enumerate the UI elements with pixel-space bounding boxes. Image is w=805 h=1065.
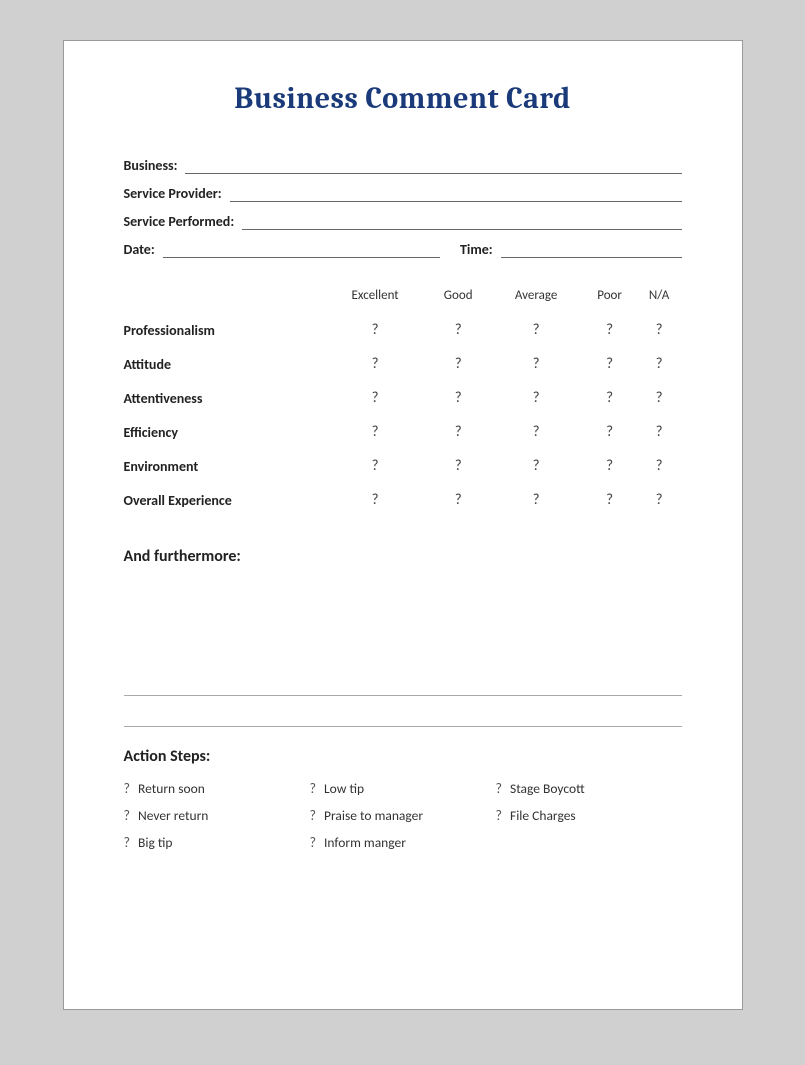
rating-cell[interactable]: ? [427,347,490,381]
action-steps-label: Action Steps: [124,747,682,766]
rating-cell[interactable]: ? [637,449,682,483]
col-header-na: N/A [637,288,682,313]
rating-cell[interactable]: ? [324,347,427,381]
rating-cell[interactable]: ? [324,313,427,347]
action-item[interactable]: ? Big tip [124,834,310,851]
furthermore-label: And furthermore: [124,547,682,566]
rating-cell[interactable]: ? [324,381,427,415]
date-line[interactable] [163,240,440,258]
rating-row-label: Environment [124,449,324,483]
action-item-label: Praise to manager [324,807,423,824]
action-item[interactable]: ? Praise to manager [310,807,496,824]
rating-cell[interactable]: ? [490,449,583,483]
rating-cell[interactable]: ? [427,381,490,415]
rating-row: Efficiency????? [124,415,682,449]
service-performed-label: Service Performed: [124,213,235,230]
business-field-row: Business: [124,156,682,174]
col-header-empty [124,288,324,313]
rating-cell[interactable]: ? [490,415,583,449]
action-grid: ? Return soon? Low tip? Stage Boycott? Never… [124,780,682,851]
rating-cell[interactable]: ? [583,415,637,449]
rating-cell[interactable]: ? [583,347,637,381]
rating-row-label: Efficiency [124,415,324,449]
action-item-label: Low tip [324,780,364,797]
rating-cell[interactable]: ? [324,415,427,449]
business-line[interactable] [185,156,681,174]
action-item-label: Big tip [138,834,172,851]
action-item[interactable]: ? File Charges [496,807,682,824]
action-item[interactable] [496,834,682,851]
rating-cell[interactable]: ? [490,313,583,347]
action-item-label: Return soon [138,780,205,797]
action-item-label: File Charges [510,807,576,824]
rating-cell[interactable]: ? [490,381,583,415]
col-header-good: Good [427,288,490,313]
action-checkbox[interactable]: ? [124,834,131,851]
action-item[interactable]: ? Stage Boycott [496,780,682,797]
rating-row-label: Attentiveness [124,381,324,415]
service-performed-line[interactable] [242,212,681,230]
service-performed-field-row: Service Performed: [124,212,682,230]
action-item[interactable]: ? Return soon [124,780,310,797]
service-provider-line[interactable] [230,184,682,202]
rating-table: Excellent Good Average Poor N/A Professi… [124,288,682,517]
rating-cell[interactable]: ? [490,347,583,381]
time-group: Time: [460,240,682,258]
rating-cell[interactable]: ? [427,415,490,449]
rating-row-label: Professionalism [124,313,324,347]
rating-row: Overall Experience????? [124,483,682,517]
action-checkbox[interactable]: ? [124,780,131,797]
action-item-label: Never return [138,807,208,824]
rating-cell[interactable]: ? [637,483,682,517]
rating-row-label: Attitude [124,347,324,381]
col-header-poor: Poor [583,288,637,313]
divider [124,726,682,727]
rating-row: Professionalism????? [124,313,682,347]
action-item-label: Inform manger [324,834,406,851]
rating-cell[interactable]: ? [637,415,682,449]
rating-cell[interactable]: ? [583,313,637,347]
date-group: Date: [124,240,440,258]
action-item[interactable]: ? Never return [124,807,310,824]
col-header-excellent: Excellent [324,288,427,313]
action-checkbox[interactable]: ? [310,807,317,824]
business-label: Business: [124,157,178,174]
rating-cell[interactable]: ? [427,313,490,347]
rating-cell[interactable]: ? [324,449,427,483]
action-checkbox[interactable]: ? [124,807,131,824]
action-checkbox[interactable]: ? [310,780,317,797]
action-checkbox[interactable]: ? [310,834,317,851]
rating-cell[interactable]: ? [583,483,637,517]
rating-row: Environment????? [124,449,682,483]
action-checkbox[interactable]: ? [496,780,503,797]
rating-row-label: Overall Experience [124,483,324,517]
time-label: Time: [460,241,493,258]
time-line[interactable] [501,240,682,258]
action-item[interactable]: ? Inform manger [310,834,496,851]
rating-cell[interactable]: ? [427,483,490,517]
rating-cell[interactable]: ? [324,483,427,517]
comments-area[interactable] [124,576,682,696]
rating-cell[interactable]: ? [583,449,637,483]
date-label: Date: [124,241,155,258]
action-item-label: Stage Boycott [510,780,585,797]
service-provider-field-row: Service Provider: [124,184,682,202]
rating-row: Attentiveness????? [124,381,682,415]
rating-cell[interactable]: ? [637,347,682,381]
date-time-row: Date: Time: [124,240,682,258]
rating-cell[interactable]: ? [637,381,682,415]
service-provider-label: Service Provider: [124,185,222,202]
comment-card: Business Comment Card Business: Service … [63,40,743,1010]
action-checkbox[interactable]: ? [496,807,503,824]
rating-cell[interactable]: ? [490,483,583,517]
rating-cell[interactable]: ? [583,381,637,415]
rating-row: Attitude????? [124,347,682,381]
rating-cell[interactable]: ? [637,313,682,347]
card-title: Business Comment Card [124,81,682,116]
col-header-average: Average [490,288,583,313]
action-item[interactable]: ? Low tip [310,780,496,797]
rating-cell[interactable]: ? [427,449,490,483]
